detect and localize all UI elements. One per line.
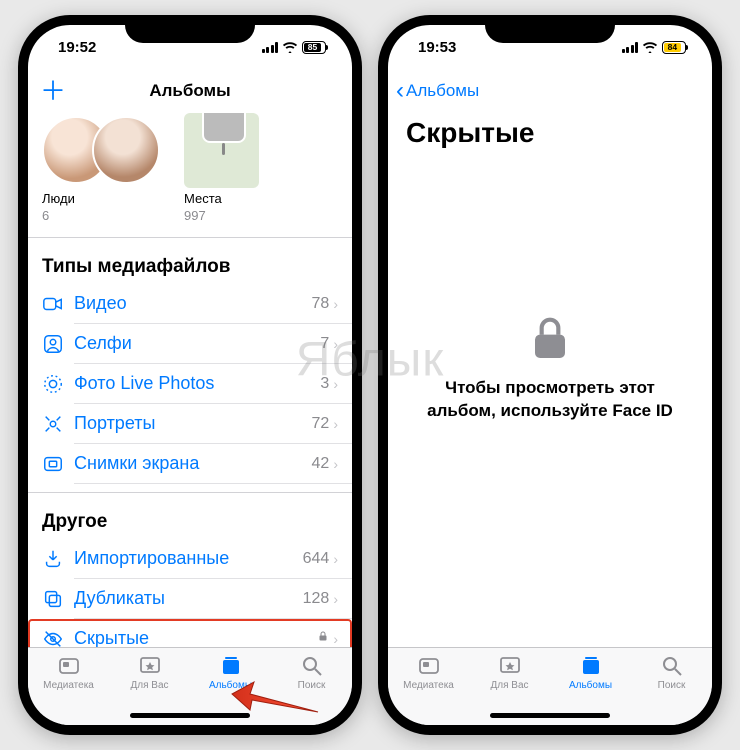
- back-button[interactable]: ‹ Альбомы: [396, 69, 479, 113]
- tab-label: Для Вас: [490, 680, 528, 691]
- tab-label: Медиатека: [43, 680, 94, 691]
- row-label: Снимки экрана: [68, 453, 312, 474]
- row-hidden[interactable]: Скрытые ›: [28, 619, 352, 647]
- album-label: Люди: [42, 191, 172, 208]
- row-count: 78: [312, 295, 330, 313]
- tab-search[interactable]: Поиск: [631, 654, 712, 725]
- row-screenshots[interactable]: Снимки экрана 42 ›: [28, 444, 352, 484]
- screenshot-icon: [42, 453, 68, 475]
- status-time: 19:53: [418, 39, 456, 56]
- row-label: Дубликаты: [68, 588, 303, 609]
- row-label: Видео: [68, 293, 312, 314]
- album-label: Места: [184, 191, 259, 208]
- row-count: 72: [312, 415, 330, 433]
- lock-icon: [530, 313, 570, 363]
- row-duplicates[interactable]: Дубликаты 128 ›: [28, 579, 352, 619]
- page-title: Скрытые: [388, 113, 712, 149]
- home-indicator[interactable]: [130, 713, 250, 718]
- row-imported[interactable]: Импортированные 644 ›: [28, 539, 352, 579]
- live-photo-icon: [42, 373, 68, 395]
- section-header-other: Другое: [28, 492, 352, 539]
- notch: [485, 15, 615, 43]
- tab-search[interactable]: Поиск: [271, 654, 352, 725]
- row-label: Импортированные: [68, 548, 303, 569]
- lock-message: Чтобы просмотреть этот альбом, используй…: [418, 377, 682, 423]
- hidden-icon: [42, 628, 68, 647]
- section-header-media: Типы медиафайлов: [28, 237, 352, 284]
- face-avatar: [92, 116, 160, 184]
- battery-icon: 84: [662, 41, 686, 54]
- cellular-icon: [622, 42, 639, 53]
- album-count: 6: [42, 208, 172, 223]
- selfie-icon: [42, 333, 68, 355]
- content: Люди 6 Места 997 Типы медиафайлов Видео …: [28, 113, 352, 647]
- wifi-icon: [642, 41, 658, 53]
- album-places[interactable]: Места 997: [184, 113, 259, 223]
- status-right: 85: [262, 41, 327, 54]
- home-indicator[interactable]: [490, 713, 610, 718]
- chevron-right-icon: ›: [333, 551, 338, 567]
- status-time: 19:52: [58, 39, 96, 56]
- people-thumbnails: [42, 113, 172, 188]
- tab-label: Поиск: [658, 680, 686, 691]
- navbar: ＋ Альбомы: [28, 69, 352, 113]
- tab-label: Альбомы: [569, 680, 612, 691]
- chevron-right-icon: ›: [333, 376, 338, 392]
- video-icon: [42, 293, 68, 315]
- map-thumbnail: [184, 113, 259, 188]
- tab-library[interactable]: Медиатека: [28, 654, 109, 725]
- chevron-right-icon: ›: [333, 416, 338, 432]
- plus-icon: ＋: [40, 78, 66, 104]
- lock-icon: [317, 629, 329, 647]
- add-button[interactable]: ＋: [40, 69, 66, 113]
- status-right: 84: [622, 41, 687, 54]
- row-selfie[interactable]: Селфи 7 ›: [28, 324, 352, 364]
- chevron-right-icon: ›: [333, 456, 338, 472]
- nav-title: Альбомы: [149, 81, 230, 101]
- row-live-photos[interactable]: Фото Live Photos 3 ›: [28, 364, 352, 404]
- import-icon: [42, 548, 68, 570]
- tab-label: Для Вас: [130, 680, 168, 691]
- row-count: 644: [303, 550, 330, 568]
- battery-icon: 85: [302, 41, 326, 54]
- album-count: 997: [184, 208, 259, 223]
- row-label: Портреты: [68, 413, 312, 434]
- locked-album-placeholder: Чтобы просмотреть этот альбом, используй…: [388, 149, 712, 617]
- screen-left: 19:52 85 ＋ Альбомы Люди 6: [28, 25, 352, 725]
- portrait-icon: [42, 413, 68, 435]
- tab-label: Медиатека: [403, 680, 454, 691]
- duplicate-icon: [42, 588, 68, 610]
- chevron-right-icon: ›: [333, 591, 338, 607]
- row-count: 7: [320, 335, 329, 353]
- chevron-right-icon: ›: [333, 631, 338, 647]
- wifi-icon: [282, 41, 298, 53]
- content: Чтобы просмотреть этот альбом, используй…: [388, 149, 712, 647]
- back-label: Альбомы: [406, 81, 479, 101]
- row-count: 128: [303, 590, 330, 608]
- cellular-icon: [262, 42, 279, 53]
- row-portraits[interactable]: Портреты 72 ›: [28, 404, 352, 444]
- row-count: 3: [320, 375, 329, 393]
- row-video[interactable]: Видео 78 ›: [28, 284, 352, 324]
- screen-right: 19:53 84 ‹ Альбомы Скрытые Чтобы просмот…: [388, 25, 712, 725]
- chevron-right-icon: ›: [333, 296, 338, 312]
- album-people[interactable]: Люди 6: [42, 113, 172, 223]
- row-label: Скрытые: [68, 628, 317, 647]
- row-count: 42: [312, 455, 330, 473]
- chevron-right-icon: ›: [333, 336, 338, 352]
- map-photo-pin: [202, 113, 246, 143]
- tab-library[interactable]: Медиатека: [388, 654, 469, 725]
- tab-label: Альбомы: [209, 680, 252, 691]
- tab-label: Поиск: [298, 680, 326, 691]
- albums-grid: Люди 6 Места 997: [28, 113, 352, 229]
- row-label: Фото Live Photos: [68, 373, 320, 394]
- notch: [125, 15, 255, 43]
- phone-right: 19:53 84 ‹ Альбомы Скрытые Чтобы просмот…: [378, 15, 722, 735]
- row-label: Селфи: [68, 333, 320, 354]
- navbar: ‹ Альбомы: [388, 69, 712, 113]
- phone-left: 19:52 85 ＋ Альбомы Люди 6: [18, 15, 362, 735]
- chevron-left-icon: ‹: [396, 77, 404, 105]
